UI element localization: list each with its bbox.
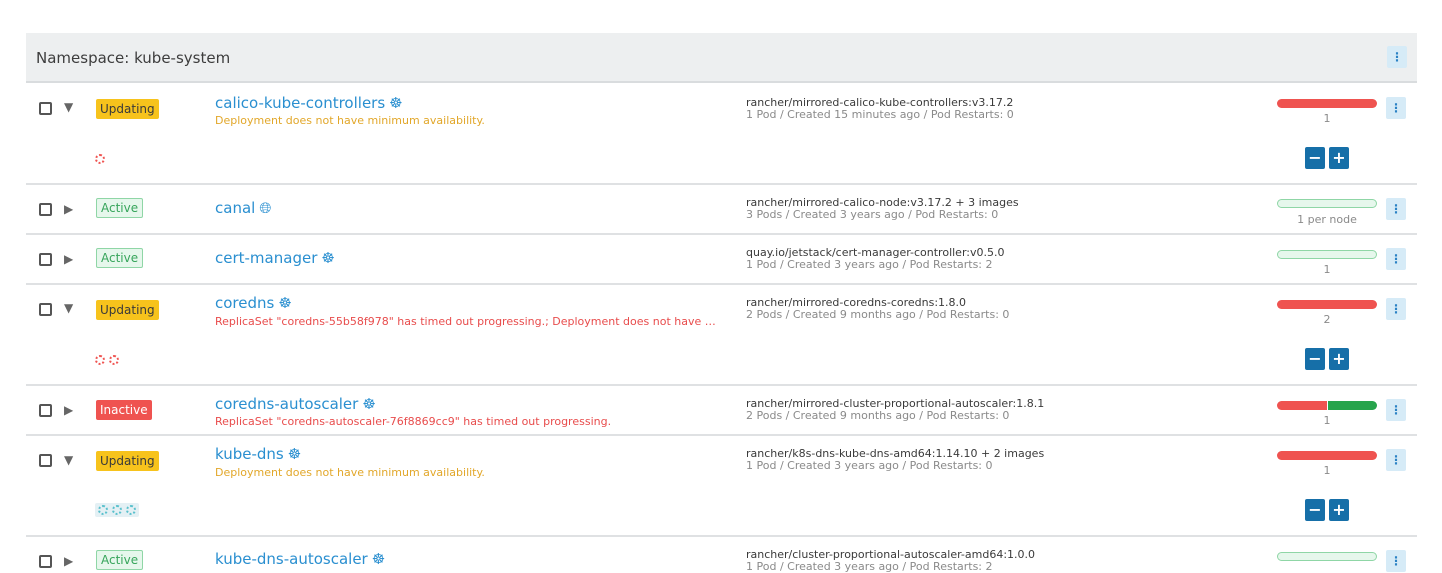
- workload-row: ▼ Updating coredns ☸ ReplicaSet "coredns-…: [26, 285, 1417, 386]
- workload-name-link[interactable]: coredns ☸: [215, 294, 292, 312]
- row-menu-kebab-icon[interactable]: ⋮: [1386, 97, 1406, 119]
- pod-spinner-icon[interactable]: [98, 505, 108, 515]
- scale-down-button[interactable]: −: [1305, 499, 1325, 521]
- workload-row: ▶ Active kube-dns-autoscaler ☸ rancher/cl…: [26, 537, 1417, 573]
- pod-spinners: [95, 154, 105, 164]
- workload-message: Deployment does not have minimum availab…: [215, 114, 485, 127]
- pod-status-bar: [1277, 199, 1377, 208]
- workload-name-text[interactable]: kube-dns-autoscaler: [215, 550, 368, 568]
- row-checkbox[interactable]: [39, 454, 52, 467]
- pod-spinner-icon[interactable]: [95, 355, 105, 365]
- state-badge: Active: [96, 550, 144, 570]
- pod-spinners: [95, 503, 139, 517]
- pod-status-bar: [1277, 99, 1377, 108]
- scale-count: 1: [1323, 414, 1331, 427]
- workload-name-text[interactable]: coredns-autoscaler: [215, 395, 358, 413]
- workload-message: ReplicaSet "coredns-55b58f978" has timed…: [215, 315, 725, 328]
- workload-name-link[interactable]: canal 🌐︎: [215, 199, 271, 217]
- expand-caret-icon[interactable]: ▶: [64, 555, 73, 567]
- workload-row: ▶ Inactive coredns-autoscaler ☸ ReplicaSe…: [26, 386, 1417, 436]
- state-badge: Inactive: [96, 400, 152, 420]
- pod-status-segment-available: [1326, 401, 1377, 410]
- workload-meta: 2 Pods / Created 9 months ago / Pod Rest…: [746, 308, 1010, 321]
- namespace-title: Namespace: kube-system: [36, 49, 231, 67]
- row-checkbox[interactable]: [39, 253, 52, 266]
- pod-spinner-icon[interactable]: [109, 355, 119, 365]
- collapse-caret-icon[interactable]: ▼: [64, 454, 73, 466]
- row-checkbox[interactable]: [39, 203, 52, 216]
- workload-meta: 3 Pods / Created 3 years ago / Pod Resta…: [746, 208, 999, 221]
- pod-status-bar: [1277, 401, 1377, 410]
- cluster-icon: ☸: [389, 94, 403, 112]
- row-menu-kebab-icon[interactable]: ⋮: [1386, 198, 1406, 220]
- workload-name-link[interactable]: coredns-autoscaler ☸: [215, 395, 376, 413]
- scale-count: 1 per node: [1297, 213, 1357, 226]
- collapse-caret-icon[interactable]: ▼: [64, 101, 73, 113]
- workload-row: ▶ Active canal 🌐︎ rancher/mirrored-calico…: [26, 185, 1417, 235]
- pod-spinner-icon[interactable]: [112, 505, 122, 515]
- pod-status-segment-unavailable: [1277, 401, 1327, 410]
- namespace-header: Namespace: kube-system ⋮: [26, 33, 1417, 83]
- cluster-icon: ☸: [278, 294, 292, 312]
- state-badge: Active: [96, 198, 144, 218]
- expand-caret-icon[interactable]: ▶: [64, 404, 73, 416]
- cluster-icon: ☸: [287, 445, 302, 463]
- workload-name-text[interactable]: cert-manager: [215, 249, 317, 267]
- pod-status-bar: [1277, 250, 1377, 259]
- pod-spinner-icon[interactable]: [126, 505, 136, 515]
- row-menu-kebab-icon[interactable]: ⋮: [1386, 399, 1406, 421]
- workload-name-text[interactable]: canal: [215, 199, 255, 217]
- collapse-caret-icon[interactable]: ▼: [64, 302, 73, 314]
- workload-name-text[interactable]: kube-dns: [215, 445, 284, 463]
- scale-count: 1: [1323, 263, 1331, 276]
- workload-meta: 1 Pod / Created 3 years ago / Pod Restar…: [746, 459, 993, 472]
- namespace-menu-kebab-icon[interactable]: ⋮: [1387, 46, 1407, 68]
- workload-name-link[interactable]: kube-dns-autoscaler ☸: [215, 550, 385, 568]
- workload-name-link[interactable]: calico-kube-controllers ☸: [215, 94, 403, 112]
- workload-name-link[interactable]: kube-dns ☸: [215, 445, 301, 463]
- row-menu-kebab-icon[interactable]: ⋮: [1386, 550, 1406, 572]
- workload-meta: 1 Pod / Created 3 years ago / Pod Restar…: [746, 258, 993, 271]
- pod-spinners: [95, 355, 119, 365]
- workload-meta: 2 Pods / Created 9 months ago / Pod Rest…: [746, 409, 1010, 422]
- pod-spinner-icon[interactable]: [95, 154, 105, 164]
- workload-name-link[interactable]: cert-manager ☸: [215, 249, 335, 267]
- workload-name-text[interactable]: coredns: [215, 294, 274, 312]
- pod-status-bar: [1277, 451, 1377, 460]
- scale-up-button[interactable]: +: [1329, 147, 1349, 169]
- state-badge: Active: [96, 248, 144, 268]
- cluster-icon: ☸: [371, 550, 386, 568]
- row-checkbox[interactable]: [39, 404, 52, 417]
- row-menu-kebab-icon[interactable]: ⋮: [1386, 298, 1406, 320]
- workload-row: ▼ Updating calico-kube-controllers ☸ Depl…: [26, 85, 1417, 185]
- scale-down-button[interactable]: −: [1305, 147, 1325, 169]
- scale-count: 1: [1323, 112, 1331, 125]
- row-checkbox[interactable]: [39, 303, 52, 316]
- globe-icon: 🌐︎: [259, 199, 272, 217]
- scale-up-button[interactable]: +: [1329, 499, 1349, 521]
- pod-status-bar: [1277, 552, 1377, 561]
- scale-down-button[interactable]: −: [1305, 348, 1325, 370]
- state-badge: Updating: [96, 99, 159, 119]
- state-badge: Updating: [96, 451, 159, 471]
- cluster-icon: ☸: [362, 395, 376, 413]
- expand-caret-icon[interactable]: ▶: [64, 253, 73, 265]
- workload-message: ReplicaSet "coredns-autoscaler-76f8869cc…: [215, 415, 612, 428]
- state-badge: Updating: [96, 300, 159, 320]
- row-checkbox[interactable]: [39, 555, 52, 568]
- workload-row: ▶ Active cert-manager ☸ quay.io/jetstack/…: [26, 235, 1417, 285]
- row-menu-kebab-icon[interactable]: ⋮: [1386, 449, 1406, 471]
- workload-name-text[interactable]: calico-kube-controllers: [215, 94, 385, 112]
- workload-row: ▼ Updating kube-dns ☸ Deployment does not…: [26, 436, 1417, 537]
- workload-message: Deployment does not have minimum availab…: [215, 466, 485, 479]
- expand-caret-icon[interactable]: ▶: [64, 203, 73, 215]
- row-menu-kebab-icon[interactable]: ⋮: [1386, 248, 1406, 270]
- scale-up-button[interactable]: +: [1329, 348, 1349, 370]
- scale-count: 2: [1323, 313, 1331, 326]
- pod-status-bar: [1277, 300, 1377, 309]
- workload-meta: 1 Pod / Created 15 minutes ago / Pod Res…: [746, 108, 1014, 121]
- row-checkbox[interactable]: [39, 102, 52, 115]
- scale-count: 1: [1323, 464, 1331, 477]
- cluster-icon: ☸: [321, 249, 335, 267]
